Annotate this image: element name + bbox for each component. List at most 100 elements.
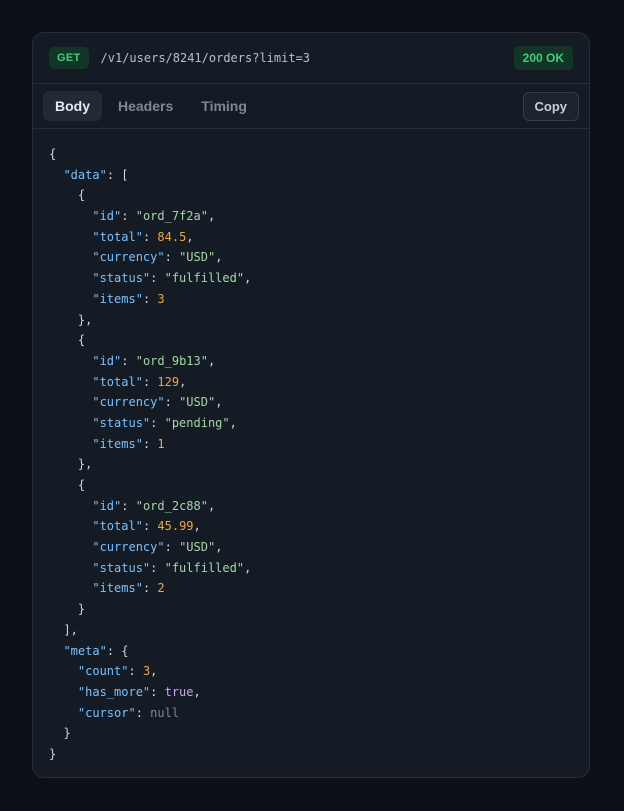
code-line: "count": 3,: [49, 661, 573, 682]
json-punctuation: [49, 416, 92, 430]
json-string: "ord_7f2a": [135, 209, 208, 224]
json-punctuation: :: [142, 374, 158, 389]
json-punctuation: :: [142, 519, 158, 534]
code-line: "id": "ord_7f2a",: [49, 206, 573, 227]
json-punctuation: {: [121, 643, 129, 658]
code-line: "currency": "USD",: [49, 537, 573, 558]
code-line: {: [49, 185, 573, 206]
code-line: "currency": "USD",: [49, 392, 573, 413]
json-string: "USD": [179, 395, 216, 410]
code-line: "items": 1: [49, 434, 573, 455]
json-key: "status": [92, 271, 151, 286]
json-punctuation: :: [121, 498, 136, 513]
json-key: "total": [92, 374, 143, 389]
json-punctuation: ,: [215, 540, 223, 555]
json-punctuation: [49, 519, 92, 533]
json-punctuation: [49, 685, 78, 699]
json-punctuation: :: [142, 229, 158, 244]
tab-timing[interactable]: Timing: [189, 91, 259, 121]
json-punctuation: ,: [207, 209, 216, 224]
json-punctuation: :: [150, 684, 165, 699]
json-punctuation: :: [128, 664, 143, 679]
json-punctuation: :: [164, 395, 180, 410]
json-punctuation: :: [106, 167, 122, 182]
json-string: "fulfilled": [164, 271, 245, 286]
method-badge: GET: [49, 47, 89, 69]
json-punctuation: [49, 437, 92, 451]
json-key: "total": [92, 519, 143, 534]
json-boolean: true: [164, 684, 194, 699]
tab-body[interactable]: Body: [43, 91, 102, 121]
json-string: "USD": [179, 540, 216, 555]
code-line: "currency": "USD",: [49, 247, 573, 268]
code-line: "data": [: [49, 165, 573, 186]
json-punctuation: :: [121, 209, 136, 224]
json-null: null: [150, 705, 180, 720]
json-key: "items": [92, 436, 143, 451]
code-line: ],: [49, 620, 573, 641]
code-line: "total": 84.5,: [49, 227, 573, 248]
json-key: "currency": [92, 540, 165, 555]
json-key: "id": [92, 209, 122, 224]
code-line: "meta": {: [49, 641, 573, 662]
json-punctuation: [49, 375, 92, 389]
json-punctuation: [49, 271, 92, 285]
json-punctuation: [49, 478, 78, 492]
json-punctuation: :: [164, 540, 180, 555]
code-line: }: [49, 723, 573, 744]
request-header: GET /v1/users/8241/orders?limit=3 200 OK: [33, 33, 589, 84]
json-punctuation: }: [49, 602, 86, 617]
json-punctuation: [49, 354, 92, 368]
code-line: "items": 3: [49, 289, 573, 310]
code-line: }: [49, 744, 573, 765]
copy-button[interactable]: Copy: [522, 91, 579, 121]
json-punctuation: ,: [215, 250, 223, 265]
json-punctuation: [49, 292, 92, 306]
json-punctuation: [49, 540, 92, 554]
code-line: "total": 45.99,: [49, 516, 573, 537]
json-key: "id": [92, 353, 122, 368]
json-punctuation: :: [121, 353, 136, 368]
json-punctuation: [49, 395, 92, 409]
json-punctuation: [: [121, 167, 129, 182]
code-line: "has_more": true,: [49, 682, 573, 703]
tab-headers[interactable]: Headers: [106, 91, 185, 121]
json-punctuation: {: [77, 478, 86, 492]
json-punctuation: :: [106, 643, 122, 658]
json-punctuation: {: [77, 333, 86, 348]
json-punctuation: :: [142, 581, 158, 596]
code-line: },: [49, 310, 573, 331]
json-punctuation: ],: [49, 622, 78, 637]
json-key: "currency": [92, 395, 165, 410]
json-key: "currency": [92, 250, 165, 265]
json-punctuation: ,: [244, 560, 252, 575]
json-punctuation: [49, 168, 63, 182]
json-punctuation: }: [49, 726, 71, 741]
json-punctuation: ,: [229, 415, 237, 430]
request-url: /v1/users/8241/orders?limit=3: [100, 51, 311, 65]
json-number: 1: [157, 436, 165, 451]
json-punctuation: [49, 664, 78, 678]
json-punctuation: },: [49, 312, 93, 327]
tab-bar: Body Headers Timing Copy: [33, 84, 589, 129]
json-punctuation: },: [49, 457, 93, 472]
json-punctuation: [49, 333, 78, 347]
code-line: },: [49, 454, 573, 475]
code-line: {: [49, 144, 573, 165]
json-punctuation: [49, 209, 92, 223]
json-punctuation: :: [135, 705, 151, 720]
json-key: "items": [92, 581, 143, 596]
json-punctuation: [49, 581, 92, 595]
code-line: "id": "ord_9b13",: [49, 351, 573, 372]
json-number: 2: [157, 581, 165, 596]
code-line: "items": 2: [49, 578, 573, 599]
json-number: 45.99: [157, 519, 194, 534]
json-key: "count": [77, 664, 129, 679]
json-key: "status": [92, 560, 151, 575]
json-string: "USD": [179, 250, 216, 265]
json-punctuation: ,: [244, 271, 252, 286]
json-number: 84.5: [157, 229, 187, 244]
json-punctuation: {: [77, 188, 86, 203]
json-punctuation: ,: [193, 684, 201, 699]
json-punctuation: ,: [150, 664, 158, 679]
